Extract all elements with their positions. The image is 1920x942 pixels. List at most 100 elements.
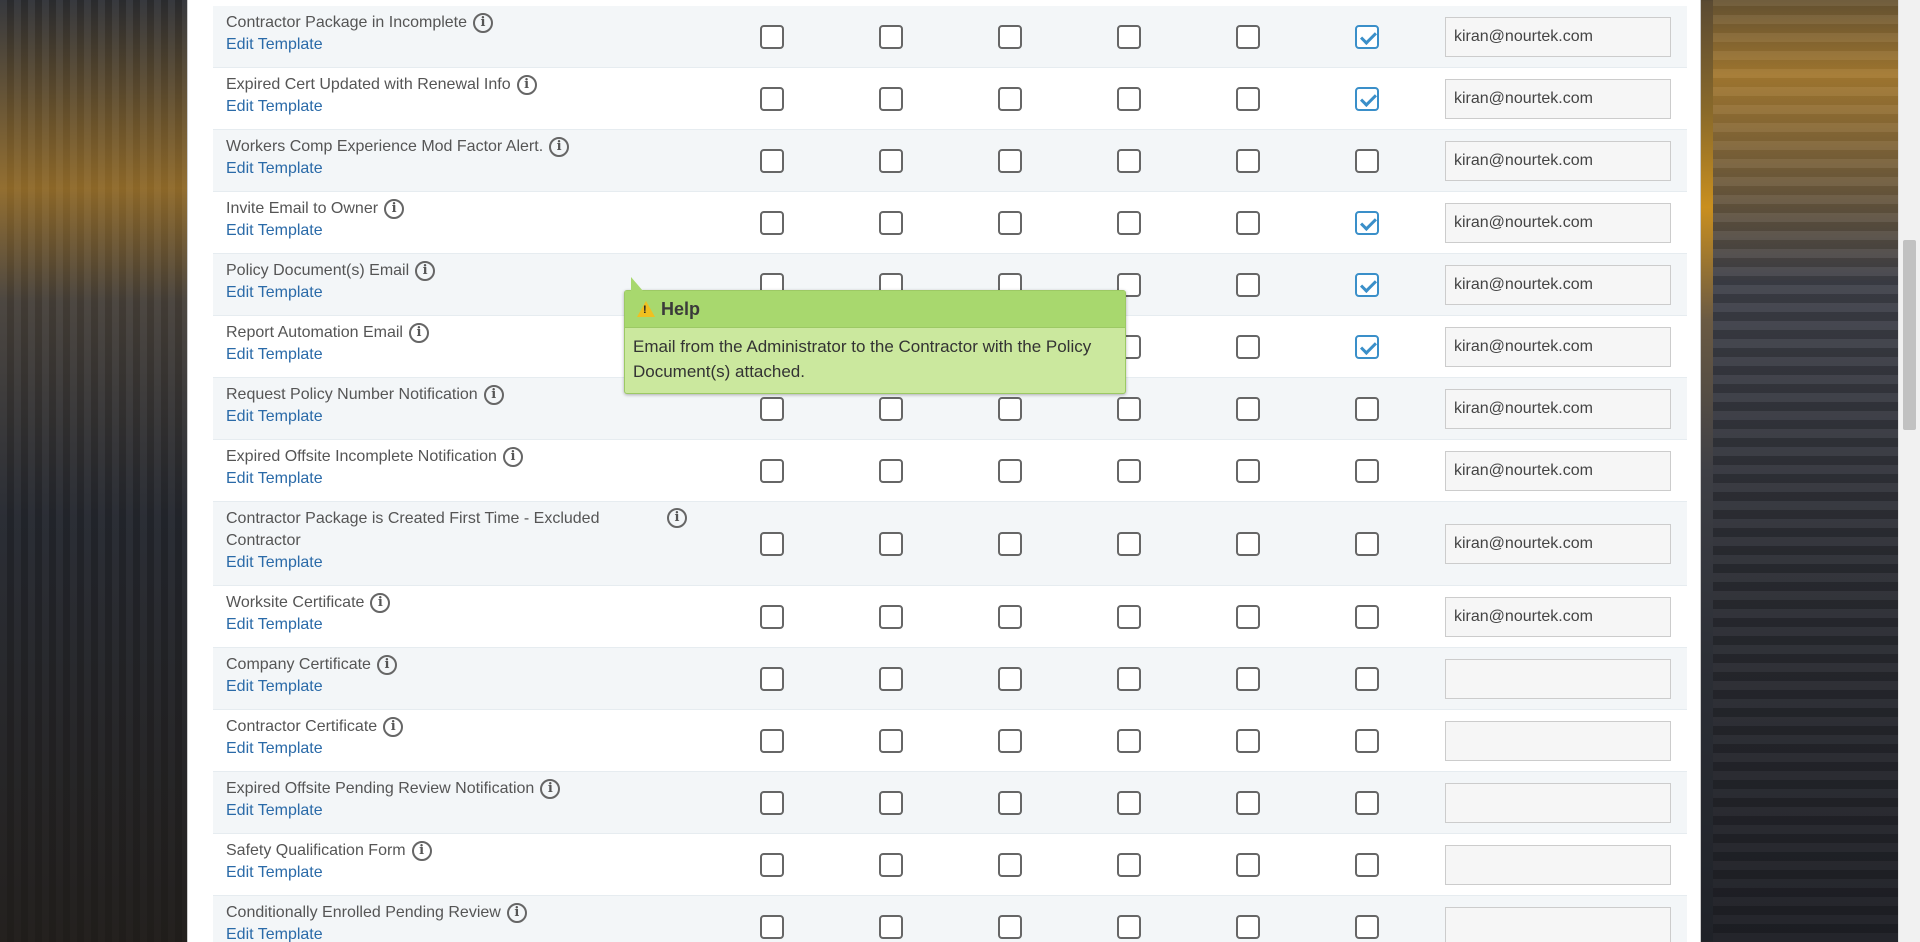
recipient-email-input[interactable] xyxy=(1445,140,1671,181)
edit-template-link[interactable]: Edit Template xyxy=(226,800,646,822)
notification-checkbox-3[interactable] xyxy=(998,852,1022,877)
info-icon[interactable]: i xyxy=(408,322,429,343)
notification-checkbox-2[interactable] xyxy=(879,531,903,556)
notification-checkbox-5[interactable] xyxy=(1236,852,1260,877)
notification-checkbox-3[interactable] xyxy=(998,24,1022,49)
notification-checkbox-1[interactable] xyxy=(760,666,784,691)
edit-template-link[interactable]: Edit Template xyxy=(226,406,646,428)
notification-checkbox-4[interactable] xyxy=(1117,728,1141,753)
recipient-email-input[interactable] xyxy=(1445,202,1671,243)
notification-checkbox-5[interactable] xyxy=(1236,24,1260,49)
edit-template-link[interactable]: Edit Template xyxy=(226,34,646,56)
notification-checkbox-1[interactable] xyxy=(760,210,784,235)
notification-checkbox-4[interactable] xyxy=(1117,86,1141,111)
notification-checkbox-4[interactable] xyxy=(1117,148,1141,173)
recipient-email-input[interactable] xyxy=(1445,264,1671,305)
info-icon[interactable]: i xyxy=(370,592,391,613)
edit-template-link[interactable]: Edit Template xyxy=(226,924,646,942)
notification-checkbox-1[interactable] xyxy=(760,604,784,629)
notification-checkbox-6[interactable] xyxy=(1355,272,1379,297)
notification-checkbox-4[interactable] xyxy=(1117,24,1141,49)
recipient-email-input[interactable] xyxy=(1445,906,1671,942)
notification-checkbox-3[interactable] xyxy=(998,666,1022,691)
notification-checkbox-2[interactable] xyxy=(879,604,903,629)
notification-checkbox-2[interactable] xyxy=(879,210,903,235)
notification-checkbox-1[interactable] xyxy=(760,86,784,111)
notification-checkbox-2[interactable] xyxy=(879,458,903,483)
notification-checkbox-6[interactable] xyxy=(1355,604,1379,629)
recipient-email-input[interactable] xyxy=(1445,388,1671,429)
notification-checkbox-5[interactable] xyxy=(1236,728,1260,753)
notification-checkbox-5[interactable] xyxy=(1236,334,1260,359)
info-icon[interactable]: i xyxy=(516,74,537,95)
recipient-email-input[interactable] xyxy=(1445,658,1671,699)
recipient-email-input[interactable] xyxy=(1445,78,1671,119)
notification-checkbox-1[interactable] xyxy=(760,148,784,173)
scrollbar-thumb[interactable] xyxy=(1903,240,1916,430)
notification-checkbox-1[interactable] xyxy=(760,852,784,877)
notification-checkbox-6[interactable] xyxy=(1355,458,1379,483)
edit-template-link[interactable]: Edit Template xyxy=(226,676,646,698)
edit-template-link[interactable]: Edit Template xyxy=(226,552,646,574)
notification-checkbox-5[interactable] xyxy=(1236,531,1260,556)
info-icon[interactable]: i xyxy=(376,654,397,675)
info-icon[interactable]: i xyxy=(383,716,404,737)
notification-checkbox-5[interactable] xyxy=(1236,272,1260,297)
info-icon[interactable]: i xyxy=(540,778,561,799)
notification-checkbox-6[interactable] xyxy=(1355,210,1379,235)
notification-checkbox-6[interactable] xyxy=(1355,852,1379,877)
notification-checkbox-2[interactable] xyxy=(879,852,903,877)
edit-template-link[interactable]: Edit Template xyxy=(226,862,646,884)
notification-checkbox-4[interactable] xyxy=(1117,790,1141,815)
page-scrollbar[interactable] xyxy=(1898,0,1920,942)
notification-checkbox-6[interactable] xyxy=(1355,334,1379,359)
notification-checkbox-2[interactable] xyxy=(879,148,903,173)
notification-checkbox-6[interactable] xyxy=(1355,790,1379,815)
notification-checkbox-2[interactable] xyxy=(879,396,903,421)
notification-checkbox-3[interactable] xyxy=(998,396,1022,421)
info-icon[interactable]: i xyxy=(415,260,436,281)
notification-checkbox-2[interactable] xyxy=(879,728,903,753)
info-icon[interactable]: i xyxy=(502,446,523,467)
notification-checkbox-4[interactable] xyxy=(1117,210,1141,235)
notification-checkbox-3[interactable] xyxy=(998,86,1022,111)
notification-checkbox-2[interactable] xyxy=(879,790,903,815)
edit-template-link[interactable]: Edit Template xyxy=(226,282,646,304)
info-icon[interactable]: i xyxy=(506,902,527,923)
notification-checkbox-1[interactable] xyxy=(760,24,784,49)
notification-checkbox-3[interactable] xyxy=(998,728,1022,753)
notification-checkbox-4[interactable] xyxy=(1117,666,1141,691)
notification-checkbox-4[interactable] xyxy=(1117,852,1141,877)
notification-checkbox-2[interactable] xyxy=(879,86,903,111)
notification-checkbox-3[interactable] xyxy=(998,148,1022,173)
notification-checkbox-3[interactable] xyxy=(998,531,1022,556)
notification-checkbox-6[interactable] xyxy=(1355,728,1379,753)
notification-checkbox-1[interactable] xyxy=(760,914,784,939)
notification-checkbox-5[interactable] xyxy=(1236,86,1260,111)
notification-checkbox-1[interactable] xyxy=(760,458,784,483)
notification-checkbox-5[interactable] xyxy=(1236,396,1260,421)
notification-checkbox-6[interactable] xyxy=(1355,148,1379,173)
notification-checkbox-5[interactable] xyxy=(1236,604,1260,629)
notification-checkbox-4[interactable] xyxy=(1117,396,1141,421)
notification-checkbox-2[interactable] xyxy=(879,914,903,939)
info-icon[interactable]: i xyxy=(667,508,687,528)
notification-checkbox-5[interactable] xyxy=(1236,790,1260,815)
edit-template-link[interactable]: Edit Template xyxy=(226,344,646,366)
notification-checkbox-4[interactable] xyxy=(1117,914,1141,939)
notification-checkbox-6[interactable] xyxy=(1355,531,1379,556)
recipient-email-input[interactable] xyxy=(1445,782,1671,823)
edit-template-link[interactable]: Edit Template xyxy=(226,614,646,636)
notification-checkbox-5[interactable] xyxy=(1236,458,1260,483)
recipient-email-input[interactable] xyxy=(1445,450,1671,491)
recipient-email-input[interactable] xyxy=(1445,596,1671,637)
notification-checkbox-3[interactable] xyxy=(998,604,1022,629)
info-icon[interactable]: i xyxy=(411,840,432,861)
notification-checkbox-2[interactable] xyxy=(879,666,903,691)
info-icon[interactable]: i xyxy=(384,198,405,219)
notification-checkbox-5[interactable] xyxy=(1236,914,1260,939)
notification-checkbox-1[interactable] xyxy=(760,396,784,421)
notification-checkbox-5[interactable] xyxy=(1236,148,1260,173)
notification-checkbox-3[interactable] xyxy=(998,458,1022,483)
notification-checkbox-1[interactable] xyxy=(760,728,784,753)
